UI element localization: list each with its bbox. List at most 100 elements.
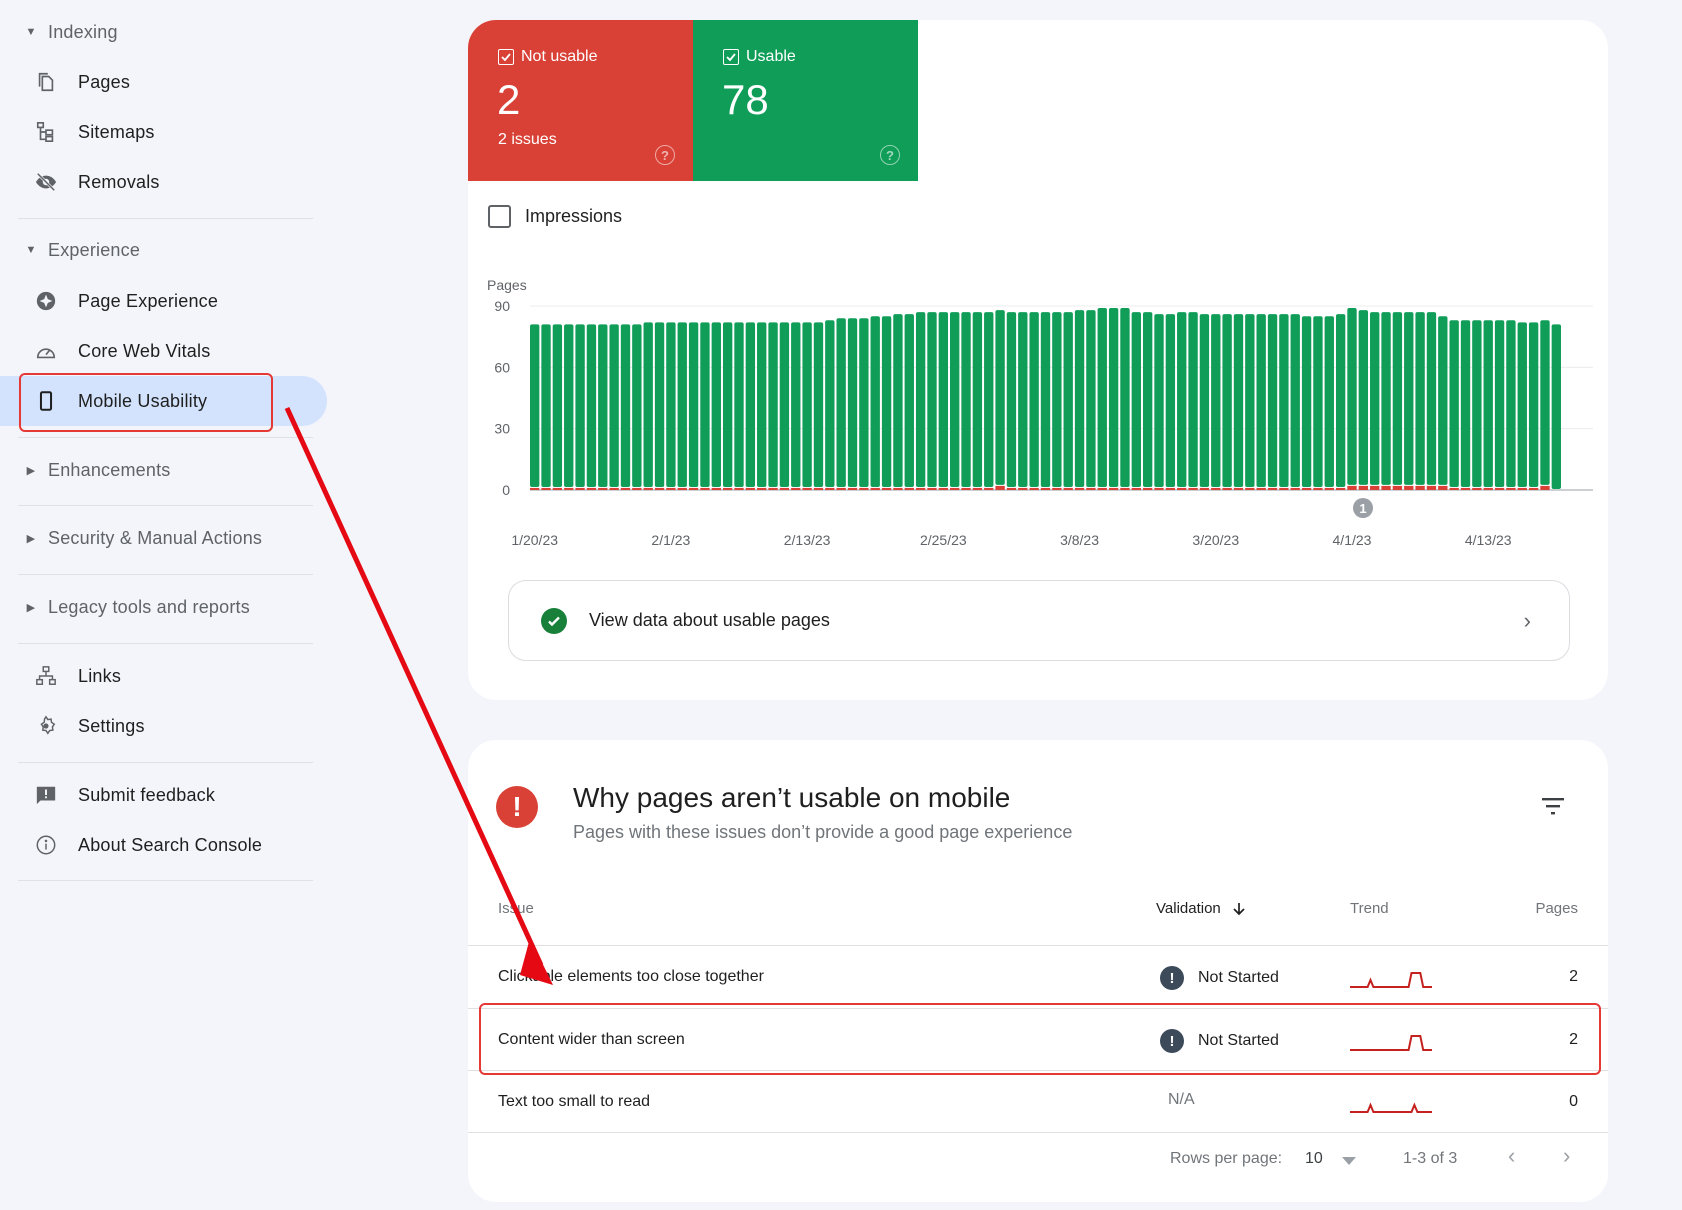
bar-usable[interactable] <box>1256 314 1266 487</box>
bar-not-usable[interactable] <box>1267 487 1278 490</box>
bar-not-usable[interactable] <box>541 487 551 490</box>
bar-usable[interactable] <box>825 320 835 487</box>
bar-not-usable[interactable] <box>1222 487 1232 490</box>
section-enhancements[interactable]: ▶ Enhancements <box>24 456 171 484</box>
bar-not-usable[interactable] <box>893 487 903 490</box>
bar-usable[interactable] <box>632 324 642 487</box>
bar-usable[interactable] <box>1528 322 1539 487</box>
bar-not-usable[interactable] <box>620 487 631 490</box>
table-row[interactable]: Content wider than screen ! Not Started … <box>468 1009 1608 1071</box>
column-header-validation[interactable]: Validation <box>1156 900 1247 917</box>
bar-not-usable[interactable] <box>666 487 676 490</box>
bar-usable[interactable] <box>1494 320 1505 487</box>
bar-not-usable[interactable] <box>961 487 971 490</box>
filter-icon[interactable] <box>1540 796 1566 816</box>
bar-usable[interactable] <box>984 312 994 487</box>
bar-not-usable[interactable] <box>734 487 744 490</box>
bar-usable[interactable] <box>1177 312 1187 487</box>
bar-not-usable[interactable] <box>643 487 653 490</box>
bar-not-usable[interactable] <box>1256 487 1266 490</box>
bar-not-usable[interactable] <box>722 487 733 490</box>
bar-not-usable[interactable] <box>915 487 926 490</box>
bar-usable[interactable] <box>1052 312 1062 487</box>
bar-not-usable[interactable] <box>881 487 892 490</box>
bar-usable[interactable] <box>1086 310 1096 487</box>
bar-usable[interactable] <box>1415 312 1425 485</box>
bar-not-usable[interactable] <box>564 487 574 490</box>
bar-usable[interactable] <box>1199 314 1210 487</box>
bar-usable[interactable] <box>1404 312 1414 485</box>
bar-usable[interactable] <box>1233 314 1244 487</box>
bar-not-usable[interactable] <box>1347 485 1357 490</box>
bar-usable[interactable] <box>654 322 665 487</box>
bar-not-usable[interactable] <box>904 487 914 490</box>
bar-not-usable[interactable] <box>1460 487 1471 490</box>
bar-usable[interactable] <box>1188 312 1198 487</box>
bar-not-usable[interactable] <box>711 487 721 490</box>
bar-usable[interactable] <box>1483 320 1493 487</box>
section-indexing[interactable]: ▼ Indexing <box>24 18 118 46</box>
bar-not-usable[interactable] <box>1029 487 1039 490</box>
bar-not-usable[interactable] <box>1040 487 1051 490</box>
bar-usable[interactable] <box>1313 316 1323 487</box>
bar-not-usable[interactable] <box>1131 487 1141 490</box>
not-usable-tile[interactable]: Not usable 2 2 issues ? <box>468 20 693 181</box>
bar-not-usable[interactable] <box>757 487 767 490</box>
bar-not-usable[interactable] <box>847 487 858 490</box>
sidebar-item-links[interactable]: Links <box>0 651 330 701</box>
bar-usable[interactable] <box>870 316 880 487</box>
bar-usable[interactable] <box>881 316 892 487</box>
bar-not-usable[interactable] <box>700 487 710 490</box>
bar-usable[interactable] <box>1142 312 1153 487</box>
bar-not-usable[interactable] <box>1063 487 1073 490</box>
bar-not-usable[interactable] <box>1052 487 1062 490</box>
bar-not-usable[interactable] <box>1108 487 1119 490</box>
bar-usable[interactable] <box>1222 314 1232 487</box>
bar-usable[interactable] <box>1131 312 1141 487</box>
bar-usable[interactable] <box>757 322 767 487</box>
bar-usable[interactable] <box>1301 316 1312 487</box>
sidebar-item-submit-feedback[interactable]: Submit feedback <box>0 770 330 820</box>
bar-not-usable[interactable] <box>984 487 994 490</box>
bar-not-usable[interactable] <box>1335 487 1346 490</box>
bar-usable[interactable] <box>1108 308 1119 487</box>
bar-not-usable[interactable] <box>1120 487 1130 490</box>
bar-usable[interactable] <box>1040 312 1051 487</box>
bar-not-usable[interactable] <box>688 487 699 490</box>
bar-usable[interactable] <box>643 322 653 487</box>
section-legacy[interactable]: ▶ Legacy tools and reports <box>24 593 250 621</box>
bar-not-usable[interactable] <box>1006 487 1017 490</box>
bar-not-usable[interactable] <box>1074 487 1085 490</box>
bar-not-usable[interactable] <box>813 487 824 490</box>
bar-not-usable[interactable] <box>1517 487 1527 490</box>
bar-not-usable[interactable] <box>1438 485 1448 490</box>
bar-usable[interactable] <box>1006 312 1017 487</box>
bar-usable[interactable] <box>620 324 631 487</box>
bar-usable[interactable] <box>734 322 744 487</box>
bar-usable[interactable] <box>927 312 937 487</box>
checkbox-checked-icon[interactable] <box>498 49 514 65</box>
bar-not-usable[interactable] <box>530 487 540 490</box>
bar-usable[interactable] <box>1426 312 1437 485</box>
sidebar-item-settings[interactable]: Settings <box>0 701 330 751</box>
bar-not-usable[interactable] <box>552 487 563 490</box>
bar-not-usable[interactable] <box>1358 485 1369 490</box>
bar-not-usable[interactable] <box>972 487 983 490</box>
bar-usable[interactable] <box>598 324 608 487</box>
bar-not-usable[interactable] <box>1142 487 1153 490</box>
bar-not-usable[interactable] <box>1472 487 1482 490</box>
checkbox-checked-icon[interactable] <box>723 49 739 65</box>
bar-usable[interactable] <box>893 314 903 487</box>
bar-usable[interactable] <box>1097 308 1107 487</box>
bar-usable[interactable] <box>1438 316 1448 485</box>
sidebar-item-removals[interactable]: Removals <box>0 157 330 207</box>
bar-usable[interactable] <box>1551 324 1561 489</box>
bar-usable[interactable] <box>972 312 983 487</box>
bar-usable[interactable] <box>722 322 733 487</box>
bar-usable[interactable] <box>1324 316 1334 487</box>
bar-not-usable[interactable] <box>1540 485 1550 490</box>
bar-not-usable[interactable] <box>1370 485 1380 490</box>
bar-not-usable[interactable] <box>1199 487 1210 490</box>
bar-usable[interactable] <box>586 324 597 487</box>
bar-usable[interactable] <box>1335 314 1346 487</box>
